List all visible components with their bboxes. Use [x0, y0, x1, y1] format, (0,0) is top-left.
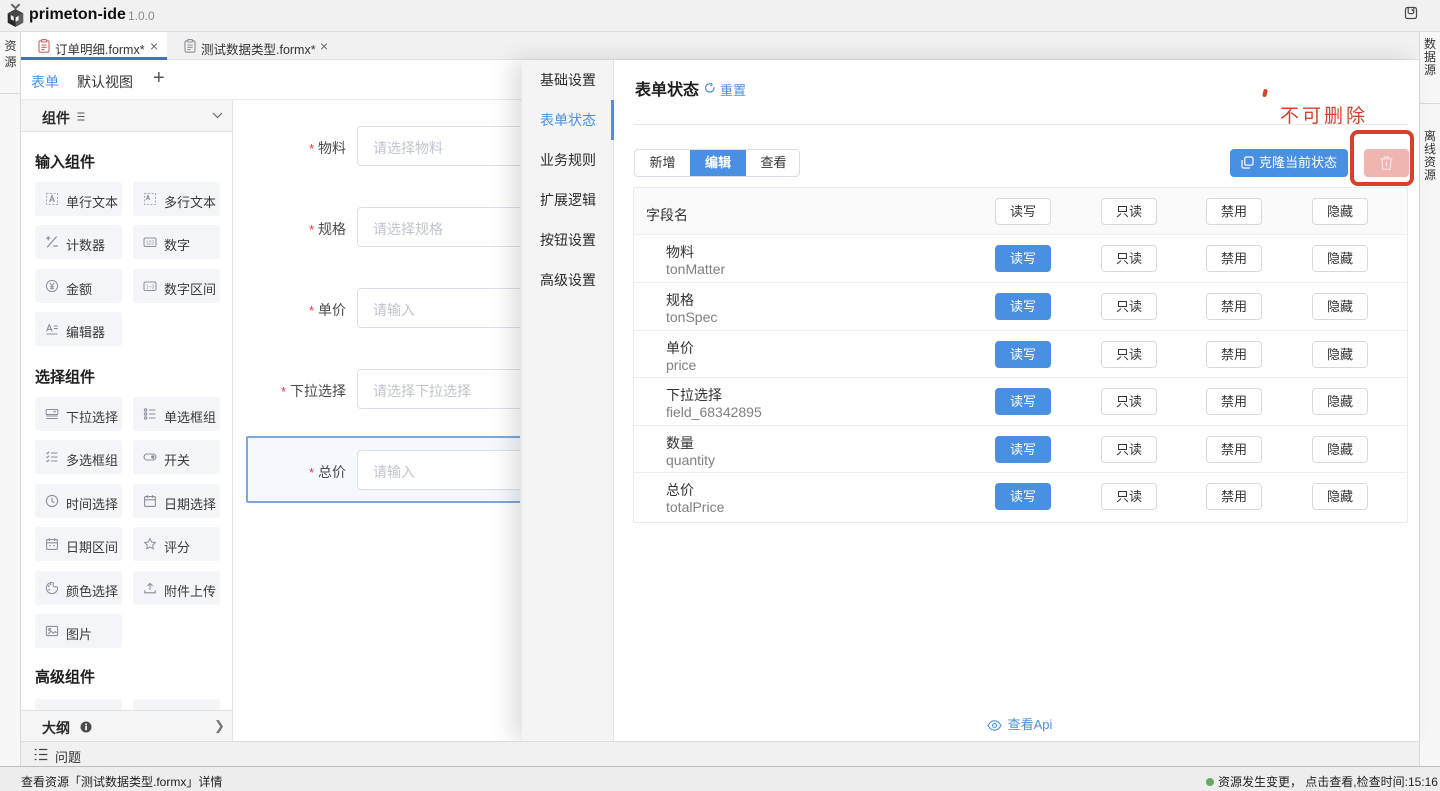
svg-text:123: 123 [146, 240, 155, 246]
svg-text:1~3: 1~3 [146, 284, 155, 290]
